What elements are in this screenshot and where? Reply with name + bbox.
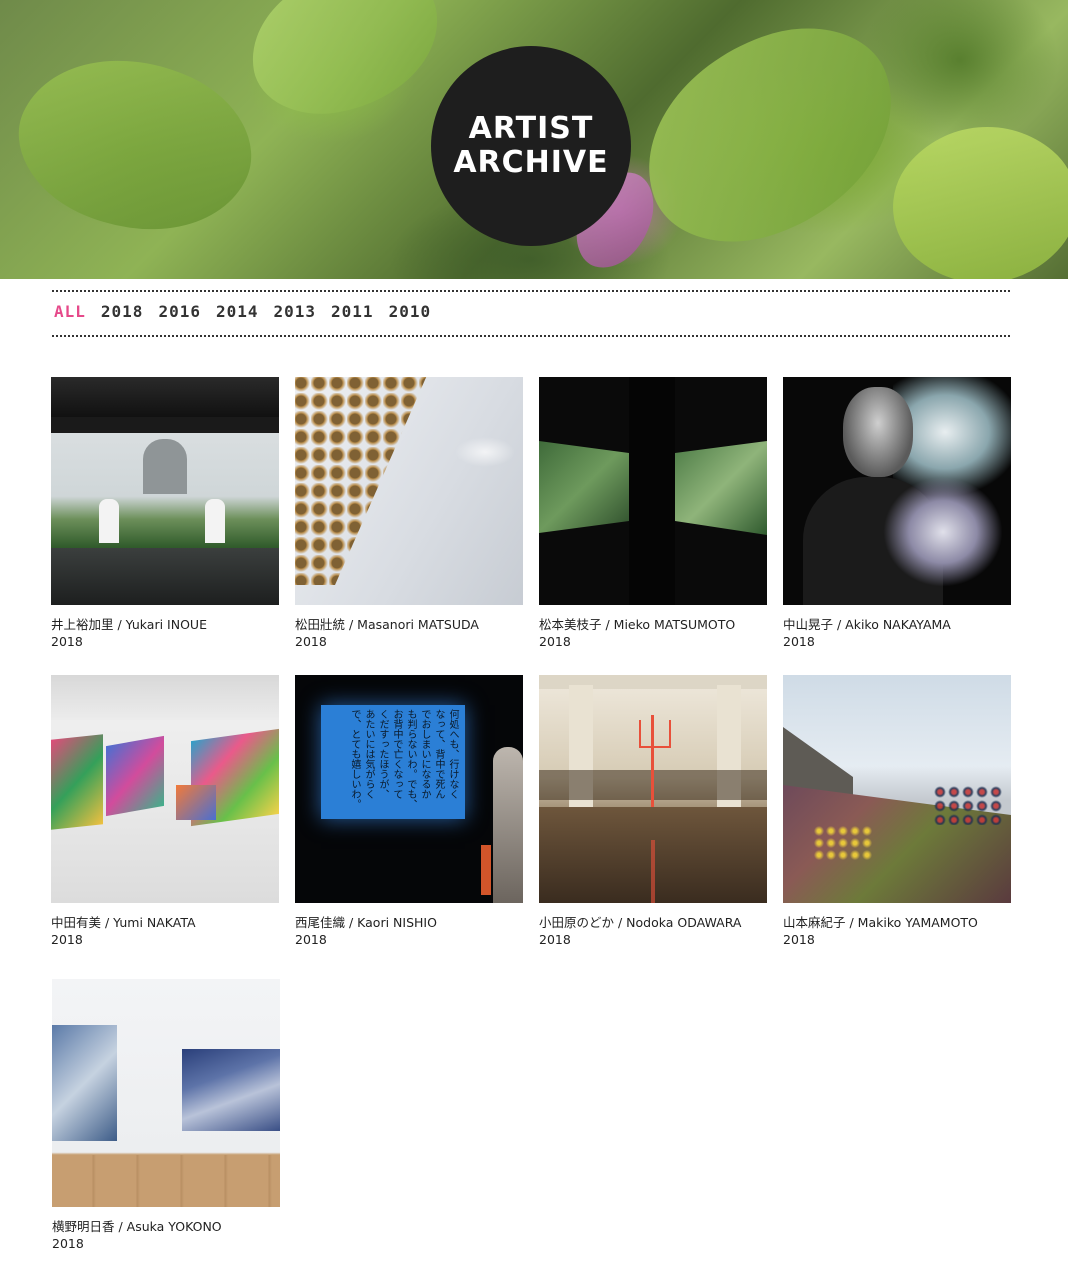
artist-name[interactable]: 山本麻紀子 / Makiko YAMAMOTO bbox=[783, 914, 1011, 931]
filter-2010[interactable]: 2010 bbox=[389, 302, 432, 326]
artist-name[interactable]: 井上裕加里 / Yukari INOUE bbox=[51, 616, 279, 633]
artist-name[interactable]: 松田壯統 / Masanori MATSUDA bbox=[295, 616, 523, 633]
year-filter-nav: ALL 2018 2016 2014 2013 2011 2010 bbox=[54, 302, 446, 326]
artwork-thumbnail[interactable] bbox=[539, 675, 767, 903]
artwork-thumbnail[interactable] bbox=[295, 377, 523, 605]
artist-year: 2018 bbox=[51, 634, 83, 649]
artwork-thumbnail[interactable]: 何処へも、行けなく なって、背中で死ん でおしまいになるか も判らないわ。でも、… bbox=[295, 675, 523, 903]
artist-card[interactable]: 中山晃子 / Akiko NAKAYAMA 2018 bbox=[783, 377, 1011, 650]
leaf-decoration bbox=[239, 0, 451, 126]
artist-year: 2018 bbox=[539, 932, 571, 947]
artist-year: 2018 bbox=[539, 634, 571, 649]
artist-name[interactable]: 松本美枝子 / Mieko MATSUMOTO bbox=[539, 616, 767, 633]
artist-year: 2018 bbox=[783, 932, 815, 947]
artist-name[interactable]: 横野明日香 / Asuka YOKONO bbox=[52, 1218, 280, 1235]
artwork-thumbnail[interactable] bbox=[539, 377, 767, 605]
artist-name[interactable]: 西尾佳織 / Kaori NISHIO bbox=[295, 914, 523, 931]
filter-2013[interactable]: 2013 bbox=[274, 302, 317, 326]
artist-name[interactable]: 中山晃子 / Akiko NAKAYAMA bbox=[783, 616, 1011, 633]
nav-divider-bottom bbox=[52, 335, 1010, 337]
artist-name[interactable]: 中田有美 / Yumi NAKATA bbox=[51, 914, 279, 931]
artist-card[interactable]: 何処へも、行けなく なって、背中で死ん でおしまいになるか も判らないわ。でも、… bbox=[295, 675, 523, 948]
leaf-decoration bbox=[0, 19, 276, 271]
artist-card[interactable]: 小田原のどか / Nodoka ODAWARA 2018 bbox=[539, 675, 767, 948]
badge-title-line2: ARCHIVE bbox=[453, 145, 609, 180]
artist-year: 2018 bbox=[52, 1236, 84, 1251]
artwork-thumbnail[interactable] bbox=[51, 377, 279, 605]
projection-line: お背中で亡くなって bbox=[391, 709, 402, 799]
filter-2011[interactable]: 2011 bbox=[331, 302, 374, 326]
artist-year: 2018 bbox=[51, 932, 83, 947]
artist-card[interactable]: 松田壯統 / Masanori MATSUDA 2018 bbox=[295, 377, 523, 650]
artist-card[interactable]: 中田有美 / Yumi NAKATA 2018 bbox=[51, 675, 279, 948]
artwork-thumbnail[interactable] bbox=[52, 979, 280, 1207]
projection-line: くだすったほうが、 bbox=[377, 709, 388, 799]
hero-banner: ARTIST ARCHIVE bbox=[0, 0, 1068, 279]
artist-year: 2018 bbox=[783, 634, 815, 649]
artwork-thumbnail[interactable] bbox=[783, 675, 1011, 903]
projection-line: あたいには気がらく bbox=[363, 709, 374, 799]
filter-2016[interactable]: 2016 bbox=[158, 302, 201, 326]
projection-line: なって、背中で死ん bbox=[433, 709, 444, 799]
badge-title-line1: ARTIST bbox=[468, 111, 594, 146]
artist-card[interactable]: 横野明日香 / Asuka YOKONO 2018 bbox=[52, 979, 280, 1252]
artwork-thumbnail[interactable] bbox=[783, 377, 1011, 605]
nav-divider-top bbox=[52, 290, 1010, 292]
projection-line: も判らないわ。でも、 bbox=[405, 709, 416, 809]
leaf-decoration bbox=[615, 1, 925, 269]
projection-line: 何処へも、行けなく bbox=[447, 709, 458, 799]
artist-year: 2018 bbox=[295, 634, 327, 649]
filter-all[interactable]: ALL bbox=[54, 302, 86, 326]
artist-card[interactable]: 松本美枝子 / Mieko MATSUMOTO 2018 bbox=[539, 377, 767, 650]
artist-archive-badge: ARTIST ARCHIVE bbox=[431, 46, 631, 246]
filter-2014[interactable]: 2014 bbox=[216, 302, 259, 326]
artist-card[interactable]: 井上裕加里 / Yukari INOUE 2018 bbox=[51, 377, 279, 650]
artist-name[interactable]: 小田原のどか / Nodoka ODAWARA bbox=[539, 914, 767, 931]
projection-line: で、とても嬉しいわ。 bbox=[349, 709, 360, 809]
projection-screen: 何処へも、行けなく なって、背中で死ん でおしまいになるか も判らないわ。でも、… bbox=[321, 705, 465, 819]
leaf-decoration bbox=[865, 85, 1068, 279]
artist-year: 2018 bbox=[295, 932, 327, 947]
projection-line: でおしまいになるか bbox=[419, 709, 430, 799]
filter-2018[interactable]: 2018 bbox=[101, 302, 144, 326]
artwork-thumbnail[interactable] bbox=[51, 675, 279, 903]
artist-card[interactable]: 山本麻紀子 / Makiko YAMAMOTO 2018 bbox=[783, 675, 1011, 948]
